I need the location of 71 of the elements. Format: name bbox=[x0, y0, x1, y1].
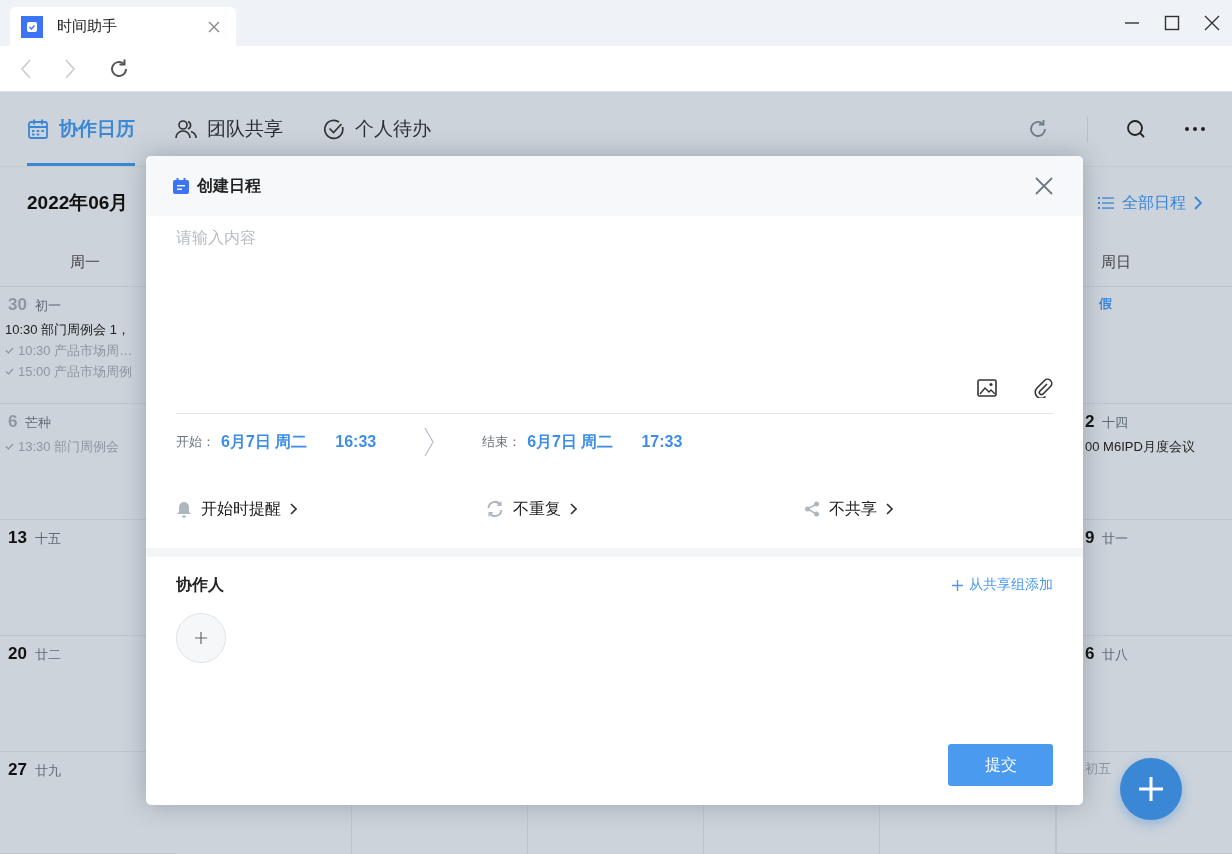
browser-tab[interactable]: 时间助手 bbox=[10, 7, 236, 46]
app-logo-icon bbox=[21, 15, 43, 38]
plus-icon bbox=[952, 579, 963, 591]
lunar-date: 十四 bbox=[1102, 414, 1129, 432]
start-date[interactable]: 6月7日 周二 bbox=[221, 431, 308, 453]
repeat-option[interactable]: 不重复 bbox=[486, 498, 577, 520]
plus-icon bbox=[1138, 776, 1164, 802]
event-item[interactable]: 15:00 产品市场周例 bbox=[5, 361, 176, 382]
lunar-date: 初五 bbox=[1085, 760, 1111, 778]
lunar-date: 初一 bbox=[34, 297, 61, 315]
event-item[interactable]: 10:30 产品市场周… bbox=[5, 340, 176, 361]
check-icon bbox=[5, 347, 14, 354]
chevron-right-icon bbox=[1194, 196, 1202, 210]
reload-icon[interactable] bbox=[108, 57, 130, 80]
lunar-date: 廿一 bbox=[1102, 530, 1129, 548]
calendar-icon bbox=[27, 118, 49, 140]
day-number: 2 bbox=[1085, 412, 1095, 432]
submit-button[interactable]: 提交 bbox=[948, 744, 1053, 786]
image-icon[interactable] bbox=[977, 379, 997, 397]
end-date[interactable]: 6月7日 周二 bbox=[527, 431, 614, 453]
lunar-date: 芒种 bbox=[25, 414, 52, 432]
dialog-title: 创建日程 bbox=[197, 175, 262, 196]
more-icon[interactable] bbox=[1184, 126, 1206, 132]
check-icon bbox=[5, 368, 14, 375]
start-time[interactable]: 16:33 bbox=[335, 433, 377, 451]
share-icon bbox=[804, 501, 820, 517]
lunar-date: 廿九 bbox=[34, 762, 61, 780]
nav-tab[interactable]: 个人待办 bbox=[323, 92, 431, 166]
list-icon bbox=[1098, 196, 1114, 210]
day-number: 6 bbox=[1085, 644, 1095, 664]
add-from-group-link[interactable]: 从共享组添加 bbox=[952, 576, 1053, 594]
chevron-right-icon bbox=[886, 503, 893, 515]
event-item[interactable]: 00 M6IPD月度会议 bbox=[1085, 436, 1232, 457]
end-time[interactable]: 17:33 bbox=[641, 433, 683, 451]
holiday-label: 假 bbox=[1099, 295, 1112, 313]
plus-icon bbox=[195, 632, 207, 644]
chevron-right-icon bbox=[570, 503, 577, 515]
refresh-icon[interactable] bbox=[1027, 118, 1049, 140]
day-number: 9 bbox=[1085, 528, 1095, 548]
maximize-icon[interactable] bbox=[1164, 15, 1180, 31]
close-icon[interactable] bbox=[1204, 15, 1220, 31]
lunar-date: 十五 bbox=[34, 530, 61, 548]
nav-tab[interactable]: 团队共享 bbox=[175, 92, 283, 166]
check-icon bbox=[5, 443, 14, 450]
start-label: 开始： bbox=[176, 433, 215, 451]
weekday-label: 周日 bbox=[1101, 253, 1131, 272]
weekday-label: 周一 bbox=[70, 253, 100, 272]
day-number: 13 bbox=[8, 528, 27, 548]
day-number: 20 bbox=[8, 644, 27, 664]
end-label: 结束： bbox=[482, 433, 522, 451]
chevron-right-icon bbox=[290, 503, 297, 515]
day-number: 6 bbox=[8, 412, 18, 432]
paperclip-icon[interactable] bbox=[1033, 378, 1053, 398]
section-title: 协作人 bbox=[176, 574, 224, 595]
search-icon[interactable] bbox=[1126, 119, 1146, 139]
bell-icon bbox=[176, 500, 192, 518]
share-option[interactable]: 不共享 bbox=[804, 498, 893, 520]
month-title: 2022年06月 bbox=[27, 191, 129, 215]
people-icon bbox=[175, 118, 197, 140]
all-schedules-link[interactable]: 全部日程 bbox=[1098, 192, 1202, 214]
chevron-right-icon bbox=[424, 427, 435, 457]
nav-tab[interactable]: 协作日历 bbox=[27, 92, 135, 166]
lunar-date: 廿二 bbox=[34, 646, 61, 664]
lunar-date: 廿八 bbox=[1102, 646, 1129, 664]
day-number: 27 bbox=[8, 760, 27, 780]
day-number: 30 bbox=[8, 295, 27, 315]
check-circle-icon bbox=[323, 118, 345, 140]
tab-title: 时间助手 bbox=[57, 17, 118, 36]
reminder-option[interactable]: 开始时提醒 bbox=[176, 498, 297, 520]
calendar-icon bbox=[173, 178, 189, 194]
repeat-icon bbox=[486, 500, 504, 518]
